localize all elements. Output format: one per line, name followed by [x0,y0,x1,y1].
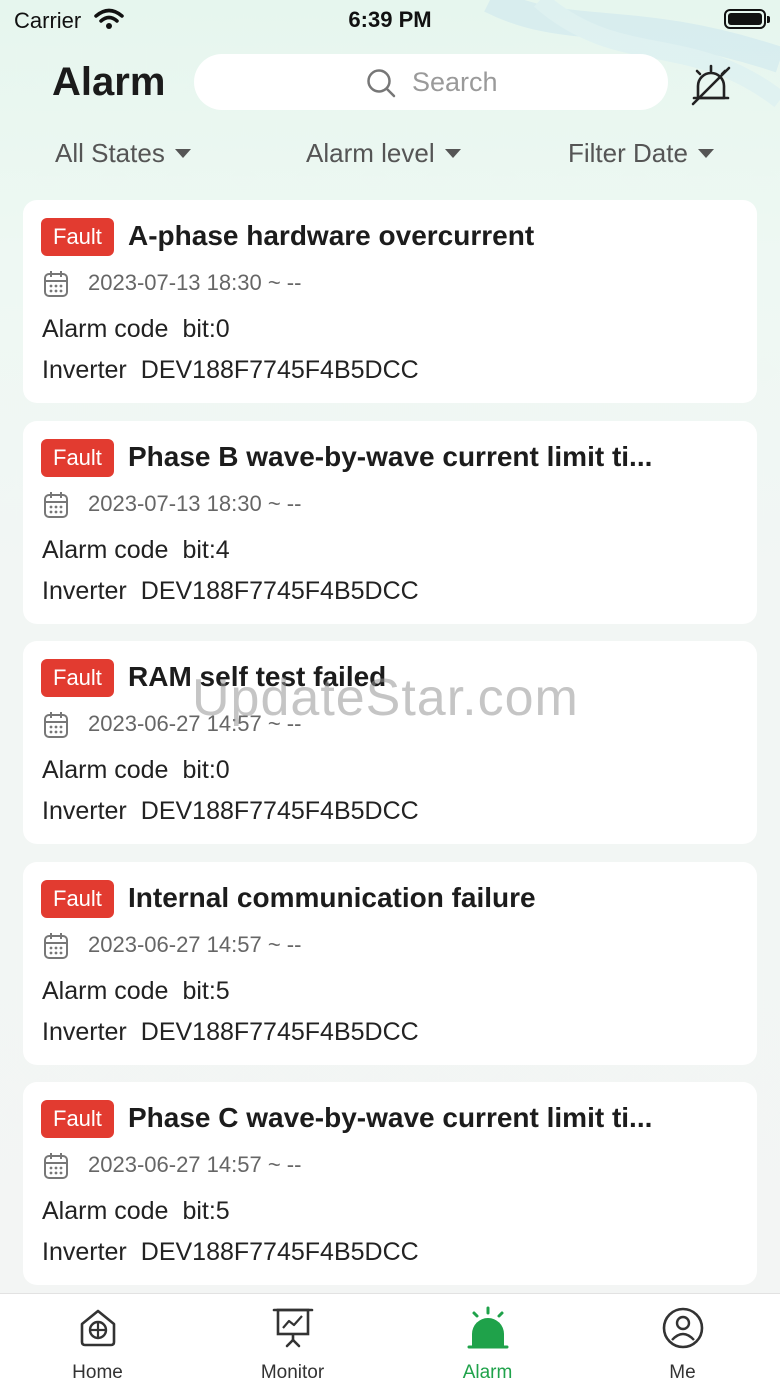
caret-down-icon [697,149,714,158]
fault-badge: Fault [41,880,114,918]
alarm-time: 2023-07-13 18:30 ~ -- [88,491,302,516]
calendar-icon [44,933,68,959]
filter-level-label: Alarm level [306,138,435,168]
caret-down-icon [444,149,461,158]
alarm-time: 2023-06-27 14:57 ~ -- [88,1152,302,1177]
alarm-title: Internal communication failure [128,882,536,913]
device-row: Inverter DEV188F7745F4B5DCC [42,1238,419,1267]
user-icon [662,1307,704,1349]
device-label: Inverter [42,1238,127,1266]
tab-label: Monitor [260,1362,325,1383]
alarm-card[interactable]: Fault Phase B wave-by-wave current limit… [23,421,757,624]
page-title: Alarm [52,60,166,104]
fault-badge: Fault [41,218,114,256]
device-value: DEV188F7745F4B5DCC [140,1238,419,1266]
device-row: Inverter DEV188F7745F4B5DCC [42,797,419,826]
device-row: Inverter DEV188F7745F4B5DCC [42,356,419,385]
device-value: DEV188F7745F4B5DCC [140,577,419,605]
calendar-icon [44,271,68,297]
device-label: Inverter [42,577,127,605]
alarm-code-label: Alarm code [42,1197,169,1225]
home-icon [80,1309,116,1347]
calendar-icon [44,1153,68,1179]
alarm-icon [467,1306,509,1349]
tab-alarm[interactable]: Alarm [390,1294,585,1387]
fault-badge: Fault [41,1100,114,1138]
alarm-time: 2023-06-27 14:57 ~ -- [88,932,302,957]
alarm-code-row: Alarm code bit:0 [42,315,230,344]
device-row: Inverter DEV188F7745F4B5DCC [42,1018,419,1047]
fault-badge: Fault [41,439,114,477]
device-label: Inverter [42,797,127,825]
alarm-card[interactable]: Fault Internal communication failure 202… [23,862,757,1065]
device-row: Inverter DEV188F7745F4B5DCC [42,577,419,606]
alarm-off-icon[interactable] [688,62,734,108]
device-value: DEV188F7745F4B5DCC [140,1018,419,1046]
device-value: DEV188F7745F4B5DCC [140,356,419,384]
tab-label: Alarm [462,1362,513,1383]
tab-bar: Home Monitor Alarm Me [0,1293,780,1387]
filter-level[interactable]: Alarm level [306,138,461,169]
filter-date[interactable]: Filter Date [568,138,714,169]
tab-home[interactable]: Home [0,1294,195,1387]
alarm-code-label: Alarm code [42,315,169,343]
alarm-code-label: Alarm code [42,536,169,564]
tab-label: Home [72,1362,123,1383]
tab-me[interactable]: Me [585,1294,780,1387]
alarm-code-value: bit:4 [182,536,230,564]
alarm-title: Phase B wave-by-wave current limit ti... [128,441,653,472]
search-bar[interactable] [194,54,668,110]
device-label: Inverter [42,1018,127,1046]
filter-states[interactable]: All States [55,138,191,169]
alarm-title: RAM self test failed [128,661,387,692]
filter-states-label: All States [55,138,165,168]
alarm-code-row: Alarm code bit:0 [42,756,230,785]
search-icon [367,69,396,98]
alarm-code-value: bit:5 [182,1197,230,1225]
alarm-code-value: bit:0 [182,315,230,343]
alarm-card[interactable]: Fault A-phase hardware overcurrent 2023-… [23,200,757,403]
tab-label: Me [669,1362,696,1383]
alarm-code-label: Alarm code [42,756,169,784]
filter-bar: All States Alarm level Filter Date [0,138,780,178]
alarm-code-label: Alarm code [42,977,169,1005]
monitor-icon [272,1308,314,1348]
alarm-card[interactable]: Fault Phase C wave-by-wave current limit… [23,1082,757,1285]
tab-monitor[interactable]: Monitor [195,1294,390,1387]
alarm-code-value: bit:5 [182,977,230,1005]
calendar-icon [44,712,68,738]
device-label: Inverter [42,356,127,384]
device-value: DEV188F7745F4B5DCC [140,797,419,825]
fault-badge: Fault [41,659,114,697]
alarm-code-row: Alarm code bit:4 [42,536,230,565]
search-input[interactable] [412,66,642,98]
alarm-time: 2023-06-27 14:57 ~ -- [88,711,302,736]
alarm-time: 2023-07-13 18:30 ~ -- [88,270,302,295]
alarm-card[interactable]: Fault RAM self test failed 2023-06-27 14… [23,641,757,844]
filter-date-label: Filter Date [568,138,688,168]
alarm-code-row: Alarm code bit:5 [42,977,230,1006]
alarm-title: Phase C wave-by-wave current limit ti... [128,1102,653,1133]
alarm-title: A-phase hardware overcurrent [128,220,535,251]
caret-down-icon [174,149,191,158]
alarm-code-row: Alarm code bit:5 [42,1197,230,1226]
calendar-icon [44,492,68,518]
alarm-code-value: bit:0 [182,756,230,784]
